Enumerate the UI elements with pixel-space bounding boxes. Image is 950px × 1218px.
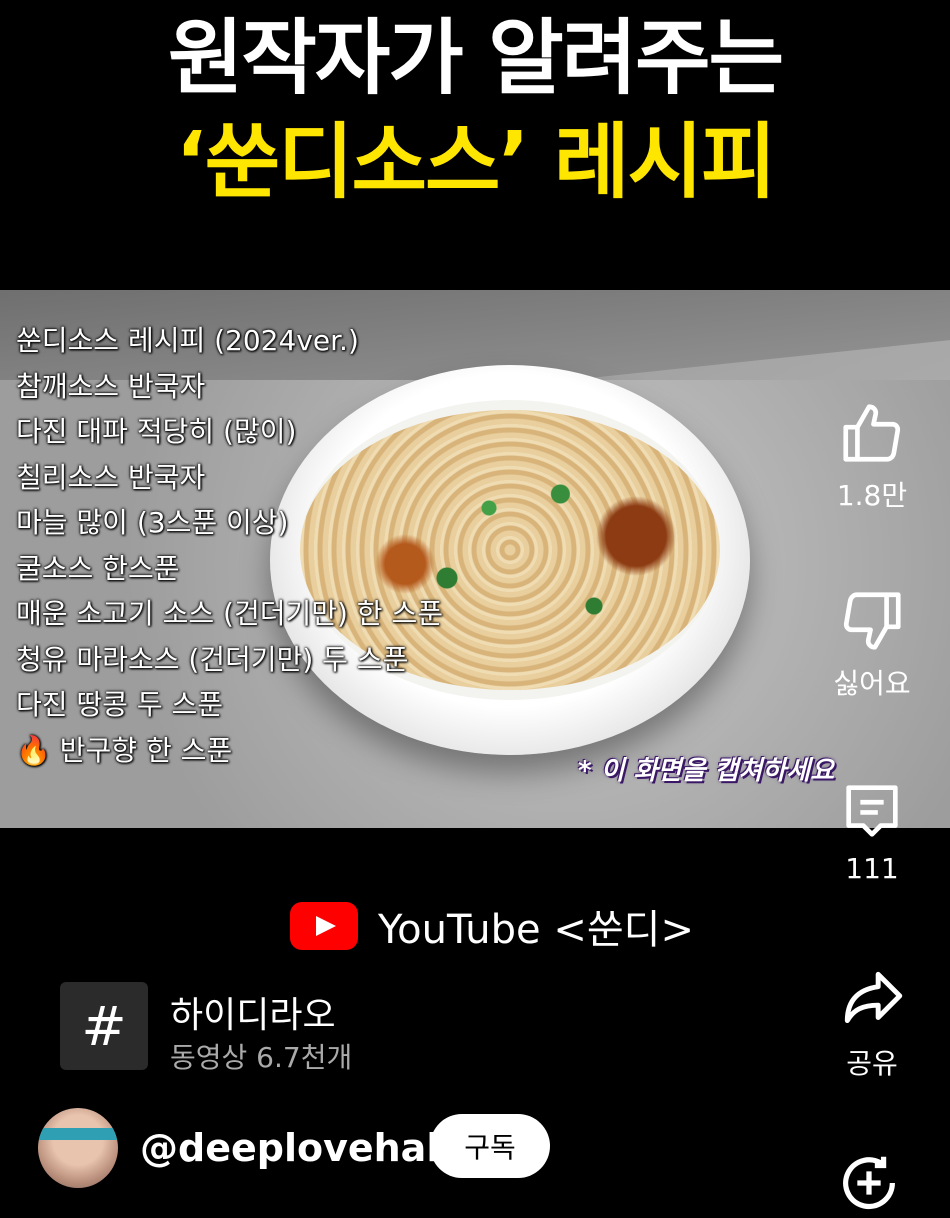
subscribe-button[interactable]: 구독 <box>430 1114 550 1178</box>
youtube-logo-icon <box>290 902 358 950</box>
thumbs-up-icon <box>843 404 901 462</box>
share-icon <box>844 971 903 1024</box>
recipe-item: 참깨소스 반국자 <box>16 369 206 403</box>
recipe-item: 칠리소스 반국자 <box>16 460 206 494</box>
youtube-credit-text: YouTube <쑨디> <box>378 907 695 953</box>
thumbs-down-icon <box>843 592 901 650</box>
comment-button[interactable]: 111 <box>812 776 932 885</box>
hashtag-name[interactable]: 하이디라오 <box>170 986 336 1038</box>
hashtag-video-count: 동영상 6.7천개 <box>170 1041 353 1074</box>
share-button[interactable]: 공유 <box>812 962 932 1082</box>
video-frame[interactable]: 쑨디소스 레시피 (2024ver.) 참깨소스 반국자 다진 대파 적당히 (… <box>0 290 950 828</box>
dislike-button[interactable]: 싫어요 <box>812 586 932 702</box>
remix-icon[interactable] <box>834 1148 904 1218</box>
headline-line-2: ‘쑨디소스’ 레시피 <box>175 115 777 210</box>
hashtag-icon[interactable]: # <box>60 982 148 1070</box>
recipe-item: 매운 소고기 소스 (건더기만) 한 스푼 <box>16 597 443 630</box>
channel-avatar[interactable] <box>38 1108 118 1188</box>
like-count: 1.8만 <box>836 479 908 512</box>
avatar-headband <box>38 1128 118 1140</box>
recipe-item: 🔥 반구향 한 스푼 <box>16 733 233 767</box>
comment-icon <box>846 785 898 837</box>
recipe-item: 마늘 많이 (3스푼 이상) <box>16 506 289 539</box>
share-label: 공유 <box>846 1047 898 1080</box>
youtube-credit: YouTube <쑨디> <box>290 898 694 954</box>
headline-line-1: 원작자가 알려주는 <box>167 11 784 106</box>
recipe-item: 다진 대파 적당히 (많이) <box>16 415 297 448</box>
like-button[interactable]: 1.8만 <box>812 398 932 514</box>
recipe-item: 청유 마라소스 (건더기만) 두 스푼 <box>16 642 409 676</box>
dislike-label: 싫어요 <box>833 667 911 700</box>
channel-handle[interactable]: @deeplovehalf <box>140 1126 456 1170</box>
capture-note: * 이 화면을 캡쳐하세요 <box>578 756 835 786</box>
recipe-overlay: 쑨디소스 레시피 (2024ver.) 참깨소스 반국자 다진 대파 적당히 (… <box>16 318 443 773</box>
comment-count: 111 <box>845 852 899 885</box>
recipe-title: 쑨디소스 레시피 (2024ver.) <box>16 324 359 357</box>
recipe-item: 다진 땅콩 두 스푼 <box>16 688 224 721</box>
recipe-item: 굴소스 한스푼 <box>16 551 180 585</box>
